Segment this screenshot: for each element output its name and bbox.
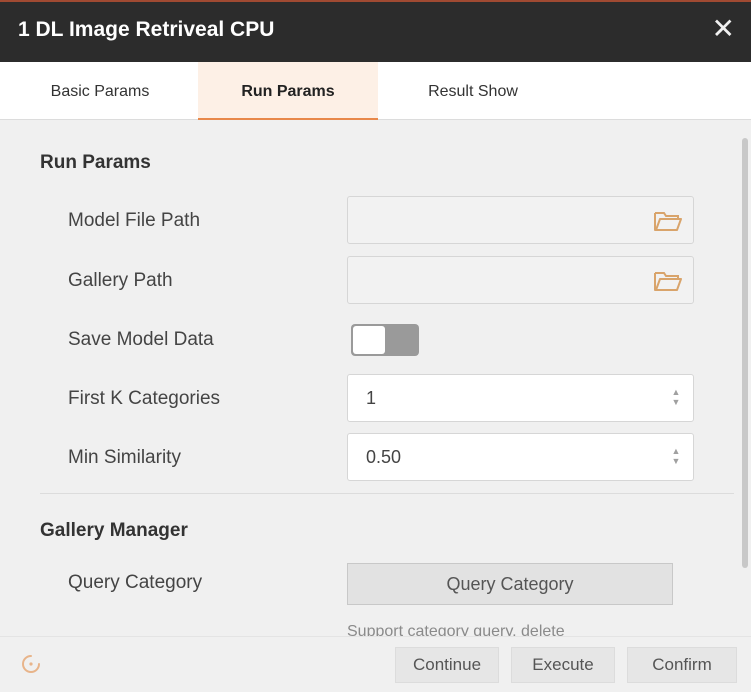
continue-button[interactable]: Continue	[395, 647, 499, 683]
model-file-path-input[interactable]	[347, 196, 694, 244]
loading-spinner-icon	[22, 655, 40, 673]
close-icon[interactable]: ✕	[712, 14, 735, 44]
vertical-scrollbar[interactable]	[742, 138, 748, 568]
section-title-gallery-manager: Gallery Manager	[40, 520, 188, 541]
query-category-label: Query Category	[68, 572, 203, 593]
folder-open-icon[interactable]	[653, 209, 683, 233]
tab-result-show[interactable]: Result Show	[408, 62, 538, 120]
gallery-path-label: Gallery Path	[68, 270, 173, 291]
section-divider	[40, 493, 734, 494]
toggle-knob	[353, 326, 385, 354]
tab-run-params[interactable]: Run Params	[198, 62, 378, 120]
section-title-run-params: Run Params	[40, 152, 151, 173]
gallery-path-input[interactable]	[347, 256, 694, 304]
save-model-data-label: Save Model Data	[68, 329, 214, 350]
first-k-categories-value: 1	[366, 388, 377, 408]
spin-arrows-icon[interactable]: ▲ ▼	[671, 387, 681, 411]
folder-open-icon[interactable]	[653, 269, 683, 293]
min-similarity-label: Min Similarity	[68, 447, 181, 468]
min-similarity-value: 0.50	[366, 447, 402, 467]
params-panel: Run Params Model File Path Gallery Path …	[0, 120, 751, 636]
window-titlebar: 1 DL Image Retriveal CPU ✕	[0, 0, 751, 62]
footer-bar: Continue Execute Confirm	[0, 636, 751, 692]
min-similarity-input[interactable]: 0.50 ▲ ▼	[347, 433, 694, 481]
first-k-categories-label: First K Categories	[68, 388, 221, 409]
gallery-hint-text: Support category query, delete	[347, 623, 565, 636]
model-file-path-label: Model File Path	[68, 210, 201, 231]
window-title: 1 DL Image Retriveal CPU	[18, 18, 275, 41]
tab-bar: Basic Params Run Params Result Show	[0, 62, 751, 120]
spin-arrows-icon[interactable]: ▲ ▼	[671, 446, 681, 470]
save-model-data-toggle[interactable]	[351, 324, 419, 356]
query-category-button[interactable]: Query Category	[347, 563, 673, 605]
execute-button[interactable]: Execute	[511, 647, 615, 683]
tab-basic-params[interactable]: Basic Params	[36, 62, 164, 120]
first-k-categories-input[interactable]: 1 ▲ ▼	[347, 374, 694, 422]
confirm-button[interactable]: Confirm	[627, 647, 737, 683]
